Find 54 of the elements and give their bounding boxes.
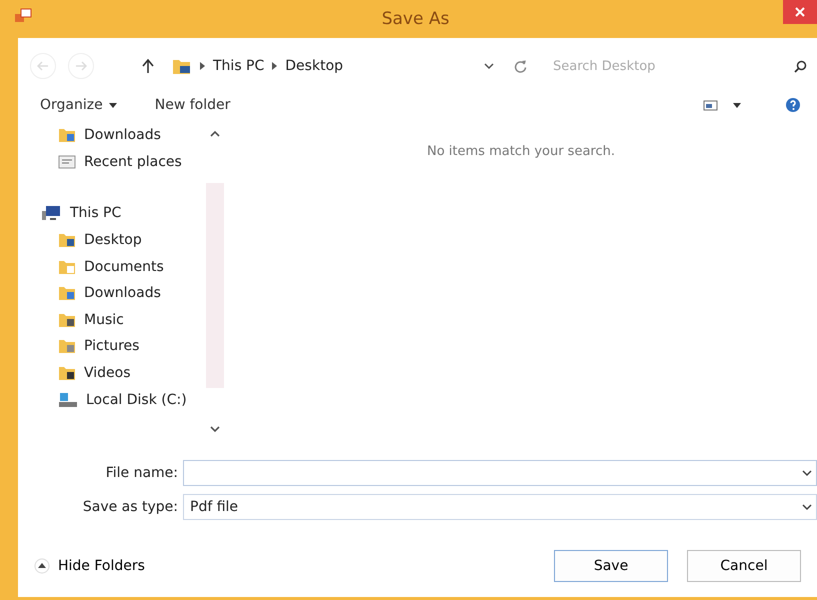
nav-item[interactable]: Local Disk (C:) (86, 392, 187, 408)
caret-icon (108, 102, 117, 108)
up-arrow-icon[interactable] (142, 59, 154, 73)
nav-item[interactable]: Downloads (84, 285, 161, 302)
cancel-button[interactable]: Cancel (687, 550, 801, 582)
dropdown-icon[interactable] (802, 470, 812, 476)
hide-folders-button[interactable]: Hide Folders (30, 554, 149, 578)
search-icon (794, 60, 807, 72)
scroll-down-icon[interactable] (210, 426, 220, 433)
empty-message: No items match your search. (426, 144, 615, 159)
folder-icon (58, 312, 76, 328)
nav-item[interactable]: Downloads (84, 127, 161, 144)
nav-item[interactable]: Music (84, 312, 124, 328)
folder-icon (58, 258, 76, 275)
view-icon[interactable] (703, 99, 719, 111)
file-type-dropdown[interactable]: Pdf file (183, 494, 817, 520)
nav-item[interactable]: Pictures (84, 338, 140, 354)
dropdown-icon[interactable] (802, 504, 812, 510)
organize-button[interactable]: Organize (34, 93, 123, 117)
app-icon (14, 8, 32, 24)
folder-icon (58, 365, 76, 382)
folder-icon (58, 127, 76, 144)
new-folder-button[interactable]: New folder (148, 93, 236, 117)
field-label: File name: (104, 465, 178, 481)
folder-icon (172, 57, 192, 75)
close-icon (795, 7, 805, 17)
help-icon[interactable] (785, 97, 801, 113)
nav-item[interactable]: Videos (84, 365, 131, 382)
dropdown-icon[interactable] (484, 62, 494, 70)
disk-icon (58, 392, 78, 408)
refresh-icon[interactable] (514, 60, 527, 72)
caret-up-icon (34, 558, 50, 574)
chevron-icon (272, 62, 278, 70)
nav-item[interactable]: Desktop (84, 232, 142, 248)
file-name-field[interactable] (183, 460, 817, 486)
field-label: Save as type: (82, 499, 178, 515)
breadcrumb-item[interactable]: This PC (213, 58, 264, 74)
computer-icon (42, 205, 62, 222)
chevron-icon (200, 62, 205, 70)
window-title: Save As (382, 9, 450, 29)
folder-icon (58, 285, 76, 302)
nav-item[interactable]: Recent places (84, 154, 182, 170)
folder-icon (58, 338, 76, 354)
back-arrow-icon (37, 61, 49, 71)
nav-item[interactable]: Documents (84, 258, 164, 275)
save-button[interactable]: Save (554, 550, 668, 582)
breadcrumb-item[interactable]: Desktop (285, 58, 344, 74)
scroll-up-icon[interactable] (210, 130, 220, 137)
caret-icon[interactable] (733, 102, 741, 108)
close-button[interactable] (783, 0, 817, 24)
folder-icon (58, 232, 76, 248)
address-field[interactable]: This PC Desktop (166, 52, 533, 80)
forward-arrow-icon (75, 61, 87, 71)
nav-item[interactable]: This PC (70, 205, 122, 222)
